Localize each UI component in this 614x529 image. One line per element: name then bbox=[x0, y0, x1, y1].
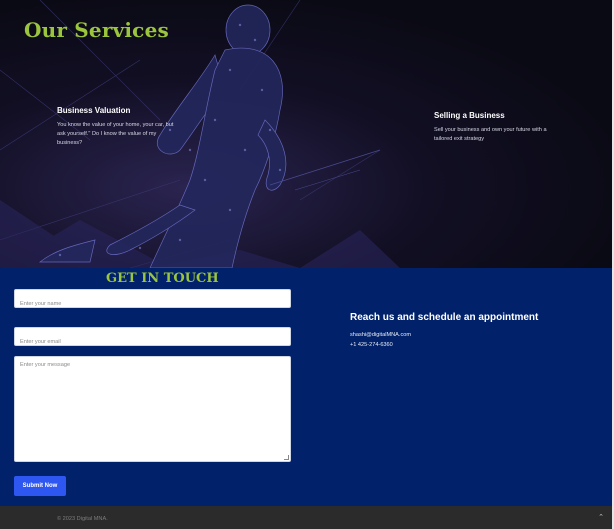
services-hero: Our Services Business Valuation You know… bbox=[0, 0, 614, 268]
message-textarea[interactable] bbox=[15, 357, 290, 461]
email-field[interactable] bbox=[14, 327, 291, 351]
name-input[interactable] bbox=[15, 295, 290, 313]
email-input[interactable] bbox=[15, 333, 290, 351]
contact-info-title: Reach us and schedule an appointment bbox=[350, 312, 539, 323]
chevron-up-icon[interactable]: ⌃ bbox=[596, 512, 606, 522]
footer: © 2023 Digital MNA. ⌃ bbox=[0, 506, 614, 529]
service-card-business-valuation: Business Valuation You know the value of… bbox=[57, 106, 177, 148]
service-description: Sell your business and own your future w… bbox=[434, 127, 547, 142]
submit-button[interactable]: Submit Now bbox=[14, 476, 66, 496]
page-title: Our Services bbox=[24, 18, 169, 42]
service-description: You know the value of your home, your ca… bbox=[57, 122, 174, 146]
service-card-selling-business: Selling a Business Sell your business an… bbox=[434, 111, 564, 144]
service-title: Selling a Business bbox=[434, 111, 505, 120]
resize-handle-icon[interactable] bbox=[284, 455, 289, 460]
copyright-text: © 2023 Digital MNA. bbox=[57, 516, 108, 522]
message-field[interactable] bbox=[14, 356, 291, 462]
service-title: Business Valuation bbox=[57, 106, 131, 115]
contact-email-link[interactable]: shashi@digitalMNA.com bbox=[350, 330, 538, 340]
contact-phone-link[interactable]: +1 425-274-6360 bbox=[350, 340, 538, 350]
name-field[interactable] bbox=[14, 289, 291, 313]
contact-title: GET IN TOUCH bbox=[106, 271, 219, 286]
contact-section: GET IN TOUCH Submit Now Reach us and sch… bbox=[0, 268, 614, 506]
contact-info: Reach us and schedule an appointment sha… bbox=[350, 312, 538, 350]
